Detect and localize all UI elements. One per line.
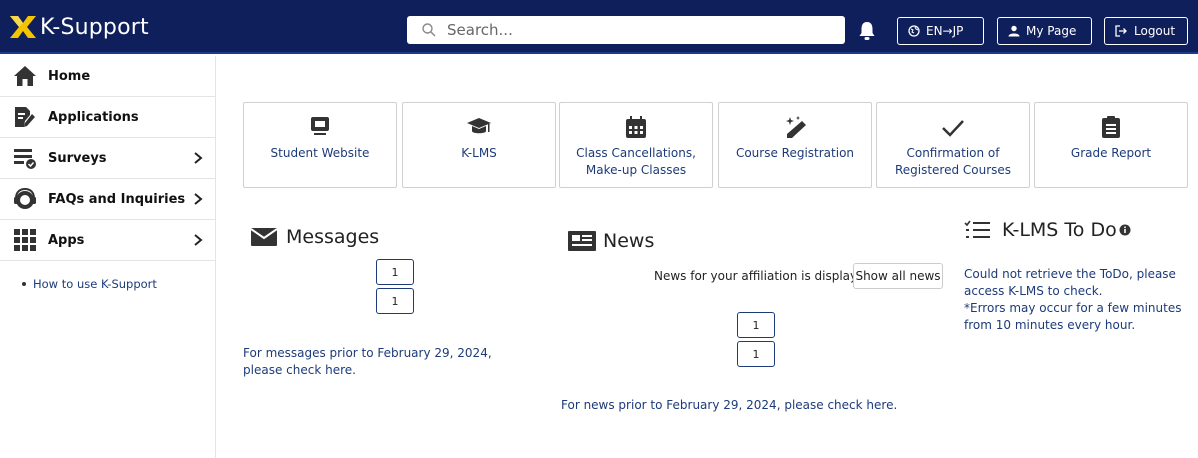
app-title: K-Support [40,14,149,40]
todo-heading: K-LMS To Do [964,219,1131,241]
chevron-right-icon [194,193,203,205]
how-to-use-label: How to use K-Support [33,277,157,291]
tile-class-cancellations[interactable]: Class Cancellations, Make-up Classes [559,102,713,188]
my-page-button[interactable]: My Page [997,17,1092,45]
search-input[interactable] [447,21,837,39]
checklist-icon [964,220,990,238]
news-archive-link[interactable]: For news prior to February 29, 2024, ple… [561,397,897,414]
app-logo[interactable]: K-Support [8,9,149,45]
tile-course-registration[interactable]: Course Registration [718,102,872,188]
messages-pager-button[interactable]: 1 [376,259,414,285]
info-icon[interactable] [1119,224,1131,236]
bullet [22,282,26,286]
language-toggle-label: EN→JP [926,24,964,38]
chevron-right-icon [194,152,203,164]
sidebar-item-surveys[interactable]: Surveys [0,138,215,179]
globe-icon [908,25,920,37]
calendar-icon [626,116,646,138]
envelope-icon [250,228,278,246]
checkmark-icon [942,120,964,137]
messages-title: Messages [286,226,380,248]
tile-student-website[interactable]: Student Website [243,102,397,188]
clipboard-icon [1102,116,1120,138]
tile-confirmation-courses[interactable]: Confirmation of Registered Courses [876,102,1030,188]
messages-archive-link[interactable]: For messages prior to February 29, 2024,… [243,345,533,379]
k-logo-icon [10,16,36,38]
logout-label: Logout [1134,24,1176,38]
sidebar-item-apps[interactable]: Apps [0,220,215,261]
tile-label: Course Registration [735,146,855,160]
tile-label: Student Website [270,146,370,160]
chevron-right-icon [194,234,203,246]
newspaper-icon [568,231,596,251]
top-header: K-Support EN→JP My Page Logout [0,0,1198,54]
tile-k-lms[interactable]: K-LMS [402,102,556,188]
tile-grade-report[interactable]: Grade Report [1034,102,1188,188]
sidebar-item-label: Home [48,68,91,84]
sidebar-item-label: Apps [48,232,85,248]
headset-icon [12,186,38,212]
application-form-icon [12,104,38,130]
todo-message: Could not retrieve the ToDo, please acce… [964,266,1184,334]
sidebar-item-label: Surveys [48,150,107,166]
sidebar-item-applications[interactable]: Applications [0,97,215,138]
tile-label: Confirmation of Registered Courses [894,146,1012,177]
todo-message-line: *Errors may occur for a few minutes from… [964,301,1182,332]
my-page-label: My Page [1026,24,1077,38]
news-pager-button[interactable]: 1 [737,341,775,367]
monitor-icon [311,117,329,135]
sidebar: Home Applications Surveys FAQs and Inqui… [0,56,216,458]
logout-icon [1115,25,1127,37]
pencil-sparkle-icon [786,116,806,138]
survey-check-icon [12,145,38,171]
sidebar-item-home[interactable]: Home [0,56,215,97]
sidebar-item-label: Applications [48,109,139,125]
search-icon [422,23,436,37]
news-affiliation-note: News for your affiliation is displayed. [654,269,876,283]
messages-pager-button[interactable]: 1 [376,288,414,314]
show-all-news-button[interactable]: Show all news [853,263,943,289]
graduation-cap-icon [467,118,491,134]
app-grid-icon [12,227,38,253]
todo-title: K-LMS To Do [1002,219,1117,241]
sidebar-item-label: FAQs and Inquiries [48,191,186,207]
news-pager-button[interactable]: 1 [737,312,775,338]
tile-label: Class Cancellations, Make-up Classes [576,146,696,177]
notification-bell-icon[interactable] [858,21,876,41]
todo-message-line: Could not retrieve the ToDo, please acce… [964,267,1176,298]
tile-label: Grade Report [1070,146,1152,160]
news-heading: News [567,230,654,252]
news-title: News [603,230,655,252]
search-box[interactable] [407,16,845,44]
sidebar-item-faqs[interactable]: FAQs and Inquiries [0,179,215,220]
user-icon [1008,25,1020,37]
home-icon [12,63,38,89]
logout-button[interactable]: Logout [1104,17,1188,45]
language-toggle-button[interactable]: EN→JP [897,17,984,45]
messages-heading: Messages [250,226,379,248]
how-to-use-link[interactable]: How to use K-Support [22,277,215,291]
tile-label: K-LMS [461,146,497,160]
